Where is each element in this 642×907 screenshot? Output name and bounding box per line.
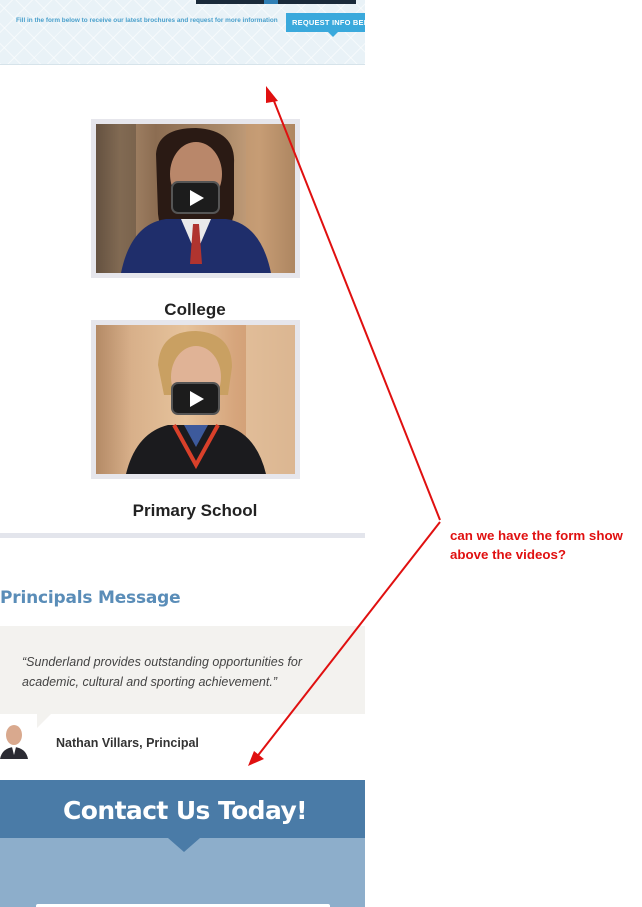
review-comment: can we have the form show above the vide… [450, 528, 623, 562]
principal-quote: “Sunderland provides outstanding opportu… [22, 655, 303, 689]
section-divider [0, 533, 365, 538]
video-thumbnail-college[interactable] [96, 124, 295, 273]
banner-image-strip [196, 0, 356, 4]
principal-quote-box: “Sunderland provides outstanding opportu… [0, 626, 365, 714]
webpage-mockup: Fill in the form below to receive our la… [0, 0, 365, 907]
request-info-button[interactable]: REQUEST INFO BELOW [286, 13, 365, 32]
info-banner: Fill in the form below to receive our la… [0, 0, 365, 65]
request-button-pointer [328, 32, 338, 37]
play-button-icon[interactable] [171, 382, 220, 415]
principals-message-heading: Principals Message [0, 588, 181, 608]
video-title-primary-school: Primary School [132, 501, 258, 520]
principal-avatar [0, 722, 28, 759]
banner-intro-text: Fill in the form below to receive our la… [16, 17, 278, 24]
video-thumbnail-primary-school[interactable] [96, 325, 295, 474]
video-card-primary-school[interactable] [91, 320, 300, 479]
principal-name: Nathan Villars, Principal [56, 736, 199, 750]
play-button-icon[interactable] [171, 181, 220, 214]
video-title-college: College [164, 300, 226, 319]
video-card-college[interactable] [91, 119, 300, 278]
quote-pointer [37, 714, 51, 728]
contact-header-pointer [168, 838, 200, 852]
contact-us-heading: Contact Us Today! [63, 796, 308, 825]
principal-photo [0, 722, 28, 759]
